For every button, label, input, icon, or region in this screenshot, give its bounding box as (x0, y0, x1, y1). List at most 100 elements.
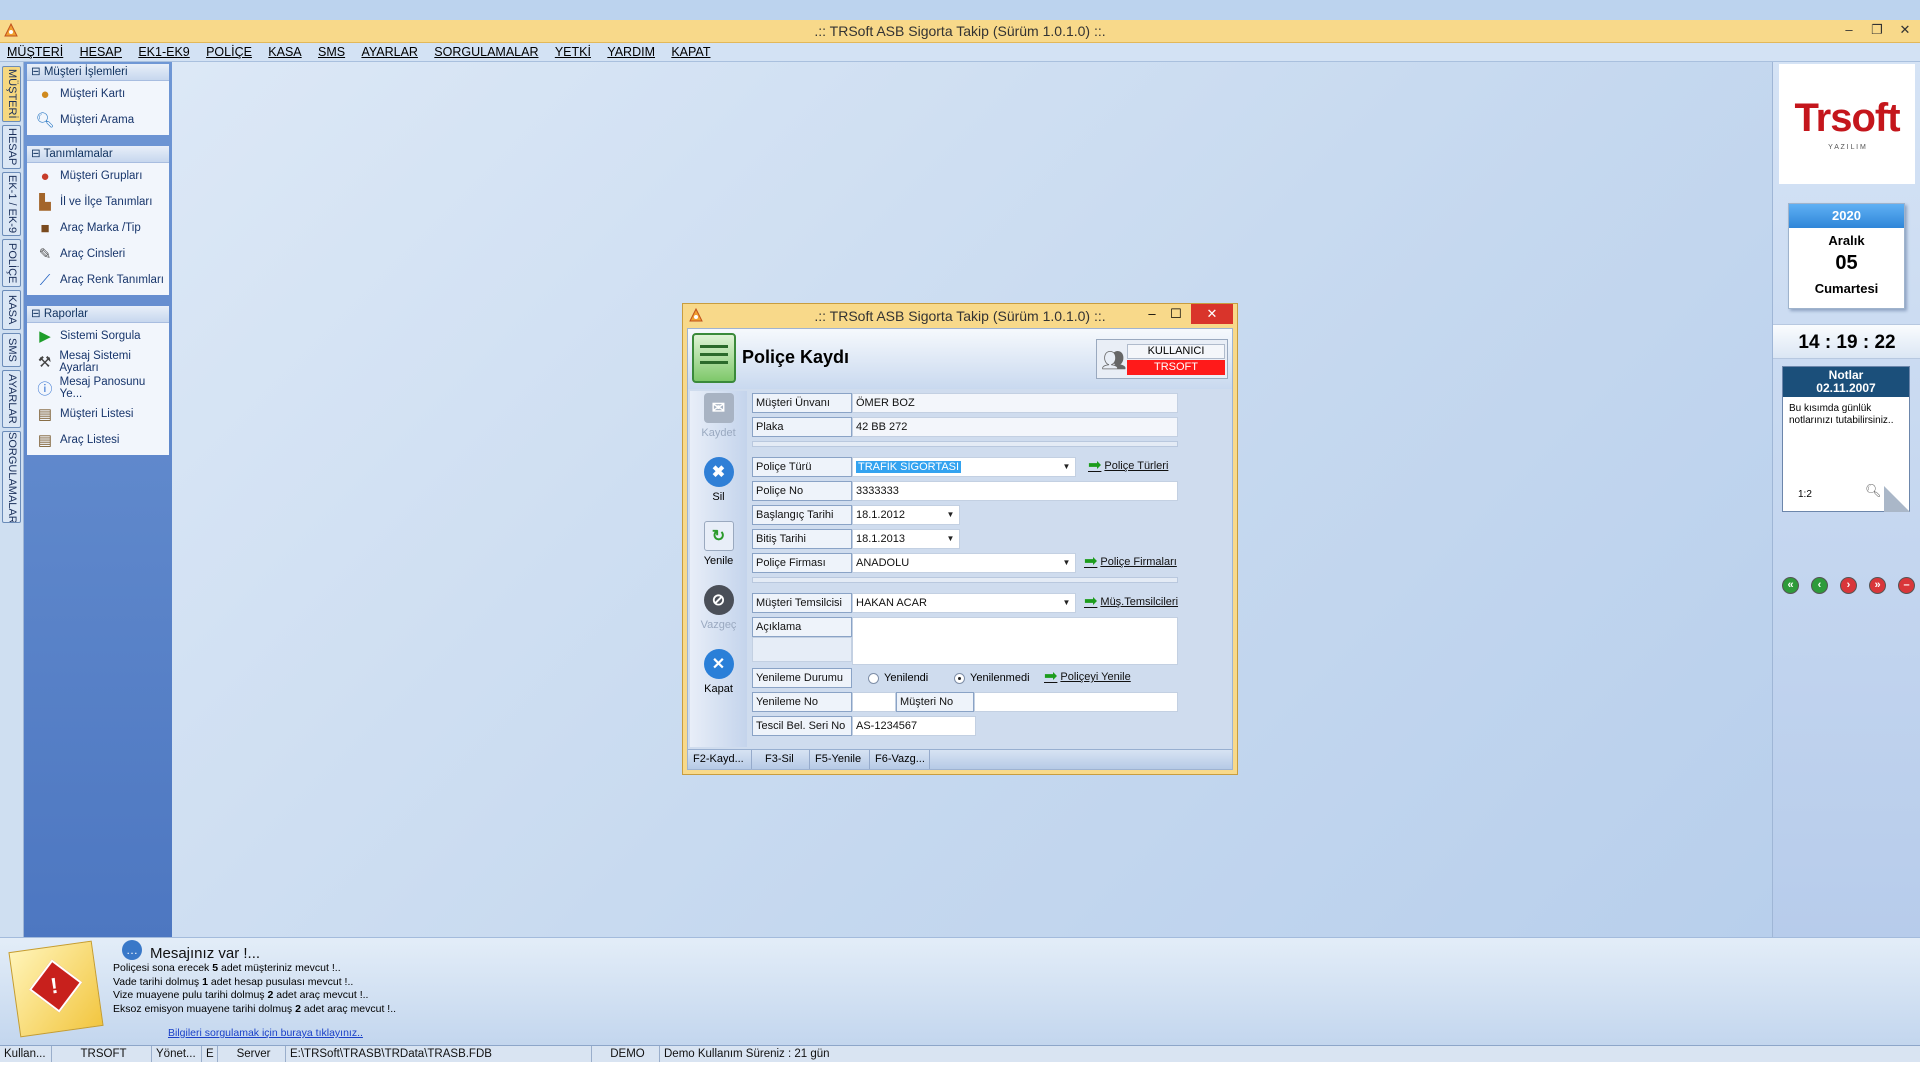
menu-sms[interactable]: SMS (318, 43, 345, 62)
yenilenmedi-radio[interactable]: Yenilenmedi (954, 672, 1030, 684)
collapse-icon[interactable]: ⊟ (31, 148, 44, 160)
chevron-down-icon[interactable]: ▼ (1060, 461, 1073, 473)
status-role: Yönet... (152, 1046, 202, 1062)
menu-ek1-ek9[interactable]: EK1-EK9 (138, 43, 189, 62)
yenileme-no-input[interactable] (852, 692, 896, 712)
vtab-police[interactable]: POLİÇE (2, 239, 21, 287)
minimize-button[interactable]: – (1838, 22, 1860, 37)
restore-button[interactable]: ❐ (1866, 22, 1888, 38)
chevron-down-icon[interactable]: ▼ (1060, 597, 1073, 609)
group-header[interactable]: ⊟ Raporlar (27, 306, 169, 323)
musteri-no-input[interactable] (974, 692, 1178, 712)
query-link[interactable]: Bilgileri sorgulamak için buraya tıklayı… (168, 1027, 363, 1039)
menu-police[interactable]: POLİÇE (206, 43, 252, 62)
musteri-temsilcisi-select[interactable]: HAKAN ACAR ▼ (852, 593, 1076, 613)
menu-yardim[interactable]: YARDIM (607, 43, 655, 62)
car-icon: ■ (40, 219, 50, 237)
delete-icon: ✖ (703, 457, 734, 487)
sidebar-item-mesaj-panosu[interactable]: ⓘ Mesaj Panosunu Ye... (27, 375, 169, 401)
menu-musteri[interactable]: MÜŞTERİ (7, 43, 63, 62)
bitis-tarihi-picker[interactable]: 18.1.2013 ▼ (852, 529, 960, 549)
status-demo-days: Demo Kullanım Süreniz : 21 gün (664, 1048, 830, 1060)
aciklama-textarea[interactable] (852, 617, 1178, 665)
kaydet-button[interactable]: ✉ Kaydet (690, 393, 747, 439)
sidebar-item-arac-cinsleri[interactable]: ✎ Araç Cinsleri (27, 241, 169, 267)
sidebar-item-arac-listesi[interactable]: ▤ Araç Listesi (27, 427, 169, 453)
sidebar-item-musteri-listesi[interactable]: ▤ Müşteri Listesi (27, 401, 169, 427)
police-turu-select[interactable]: TRAFİK SİGORTASI ▼ (852, 457, 1076, 477)
menu-kasa[interactable]: KASA (268, 43, 301, 62)
shortcut-f3[interactable]: F3-Sil (752, 750, 810, 769)
menu-hesap[interactable]: HESAP (80, 43, 122, 62)
menu-sorgulamalar[interactable]: SORGULAMALAR (434, 43, 538, 62)
notes-text[interactable]: Bu kısımda günlük notlarınızı tutabilirs… (1783, 397, 1909, 433)
sidebar-item-il-ilce[interactable]: ▙ İl ve İlçe Tanımları (27, 189, 169, 215)
cancel-icon: ⊘ (703, 585, 734, 615)
vtab-musteri[interactable]: MÜŞTERİ (2, 66, 21, 122)
message-title: Mesajınız var !... (150, 945, 261, 962)
chevron-down-icon[interactable]: ▼ (944, 509, 957, 521)
vazgec-button[interactable]: ⊘ Vazgeç (690, 585, 747, 631)
page-curl-icon (1884, 486, 1910, 512)
kapat-button[interactable]: ✕ Kapat (690, 649, 747, 695)
shortcut-f6[interactable]: F6-Vazg... (870, 750, 930, 769)
collapse-icon[interactable]: ⊟ (31, 308, 44, 320)
sidebar-item-musteri-arama[interactable]: 🔍︎ Müşteri Arama (27, 107, 169, 133)
police-firmalari-button[interactable]: ➡ Poliçe Firmaları (1084, 554, 1177, 570)
vtab-sms[interactable]: SMS (2, 333, 21, 367)
arrow-right-icon: ➡ (1088, 457, 1102, 474)
sidebar-item-musteri-gruplari[interactable]: ● Müşteri Grupları (27, 163, 169, 189)
calendar-year: 2020 (1789, 204, 1904, 228)
collapse-icon[interactable]: ⊟ (31, 66, 44, 78)
notes-next-button[interactable]: › (1840, 577, 1857, 594)
yenile-button[interactable]: ↻ Yenile (690, 521, 747, 567)
vtab-hesap[interactable]: HESAP (2, 125, 21, 169)
notes-delete-button[interactable]: – (1898, 577, 1915, 594)
police-turleri-button[interactable]: ➡ Poliçe Türleri (1088, 457, 1168, 474)
group-header[interactable]: ⊟ Müşteri İşlemleri (27, 64, 169, 81)
shortcut-f2[interactable]: F2-Kayd... (688, 750, 752, 769)
dialog-minimize-button[interactable]: – (1143, 306, 1161, 321)
users-group-icon: ● (40, 167, 50, 185)
info-icon: ⓘ (37, 380, 53, 398)
dialog-close-button[interactable]: ✕ (1191, 304, 1233, 324)
vtab-sorgulamalar[interactable]: SORGULAMALAR (2, 431, 21, 523)
policeyi-yenile-button[interactable]: ➡ Poliçeyi Yenile (1044, 669, 1131, 685)
vtab-ek1-ek9[interactable]: EK-1 / EK-9 (2, 172, 21, 236)
menu-ayarlar[interactable]: AYARLAR (361, 43, 418, 62)
police-firmasi-select[interactable]: ANADOLU ▼ (852, 553, 1076, 573)
sidebar-item-sistemi-sorgula[interactable]: ▶ Sistemi Sorgula (27, 323, 169, 349)
sidebar-item-mesaj-ayarlari[interactable]: ⚒ Mesaj Sistemi Ayarları (27, 349, 169, 375)
warning-note-icon: ! (8, 940, 104, 1038)
sidebar-item-arac-marka[interactable]: ■ Araç Marka /Tip (27, 215, 169, 241)
sidebar: ⊟ Müşteri İşlemleri ● Müşteri Kartı 🔍︎ Müş… (24, 62, 172, 937)
notes-first-button[interactable]: « (1782, 577, 1799, 594)
notes-prev-button[interactable]: ‹ (1811, 577, 1828, 594)
group-tanimlamalar: ⊟ Tanımlamalar ● Müşteri Grupları ▙ İl ve … (27, 146, 169, 295)
sil-button[interactable]: ✖ Sil (690, 457, 747, 503)
musteri-unvani-label: Müşteri Ünvanı (752, 393, 852, 413)
yenilendi-radio[interactable]: Yenilendi (868, 672, 928, 684)
notes-last-button[interactable]: » (1869, 577, 1886, 594)
bitis-tarihi-label: Bitiş Tarihi (752, 529, 852, 549)
sidebar-item-arac-renk[interactable]: ⟋ Araç Renk Tanımları (27, 267, 169, 293)
group-header[interactable]: ⊟ Tanımlamalar (27, 146, 169, 163)
close-button[interactable]: ✕ (1894, 22, 1916, 38)
zoom-icon[interactable]: 🔍︎ (1865, 483, 1882, 499)
menu-yetki[interactable]: YETKİ (555, 43, 591, 62)
yenileme-no-label: Yenileme No (752, 692, 852, 712)
baslangic-tarihi-picker[interactable]: 18.1.2012 ▼ (852, 505, 960, 525)
sidebar-item-musteri-karti[interactable]: ● Müşteri Kartı (27, 81, 169, 107)
mus-temsilcileri-button[interactable]: ➡ Müş.Temsilcileri (1084, 594, 1178, 610)
vertical-tab-strip: MÜŞTERİ HESAP EK-1 / EK-9 POLİÇE KASA SM… (0, 62, 24, 937)
vtab-kasa[interactable]: KASA (2, 290, 21, 330)
vtab-ayarlar[interactable]: AYARLAR (2, 370, 21, 428)
dialog-maximize-button[interactable]: ☐ (1167, 306, 1185, 322)
shortcut-f5[interactable]: F5-Yenile (810, 750, 870, 769)
chevron-down-icon[interactable]: ▼ (944, 533, 957, 545)
tescil-input[interactable]: AS-1234567 (852, 716, 976, 736)
police-no-input[interactable]: 3333333 (852, 481, 1178, 501)
musteri-unvani-field: ÖMER BOZ (852, 393, 1178, 413)
chevron-down-icon[interactable]: ▼ (1060, 557, 1073, 569)
menu-kapat[interactable]: KAPAT (671, 43, 710, 62)
